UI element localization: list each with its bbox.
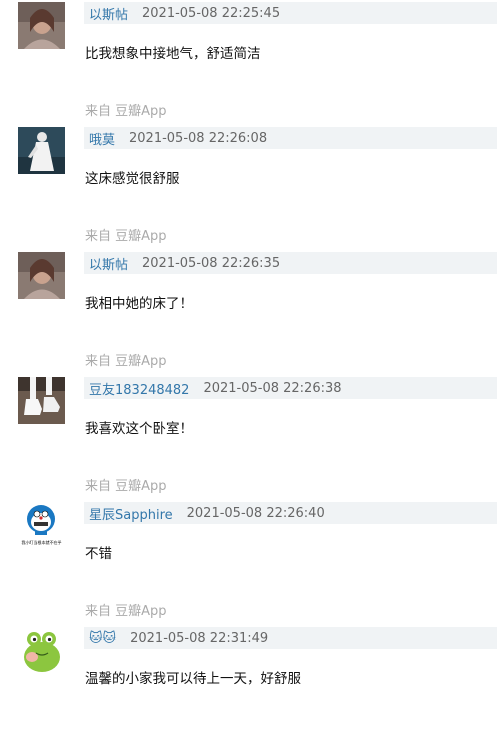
comment-source: 来自 豆瓣App	[85, 354, 167, 369]
comment-timestamp: 2021-05-08 22:31:49	[130, 630, 269, 646]
comment-meta-bar: 以斯帖 2021-05-08 22:25:45	[84, 2, 497, 24]
comment-text: 温馨的小家我可以待上一天，好舒服	[85, 671, 301, 687]
comment-item: 以斯帖 2021-05-08 22:25:45 比我想象中接地气，舒适简洁 来自…	[0, 2, 497, 127]
comment-timestamp: 2021-05-08 22:26:35	[142, 255, 281, 271]
comment-item: 以斯帖 2021-05-08 22:26:35 我相中她的床了！ 来自 豆瓣Ap…	[0, 252, 497, 377]
comment-source: 来自 豆瓣App	[85, 479, 167, 494]
avatar[interactable]: 我小叮当根本就不在乎	[18, 502, 65, 549]
comment-text: 不错	[85, 546, 112, 562]
comment-item: 哦莫 2021-05-08 22:26:08 这床感觉很舒服 来自 豆瓣App	[0, 127, 497, 252]
comment-text: 这床感觉很舒服	[85, 171, 180, 187]
white-dress-figure-icon	[18, 127, 65, 174]
author-link[interactable]: 豆友183248482	[89, 379, 189, 398]
comment-source: 来自 豆瓣App	[85, 604, 167, 619]
comment-meta-bar: 🐱🐱 2021-05-08 22:31:49	[84, 627, 497, 649]
author-link[interactable]: 星辰Sapphire	[89, 504, 173, 523]
comment-meta-bar: 豆友183248482 2021-05-08 22:26:38	[84, 377, 497, 399]
avatar[interactable]	[18, 627, 65, 674]
avatar[interactable]	[18, 252, 65, 299]
author-link[interactable]: 以斯帖	[89, 254, 128, 273]
avatar[interactable]	[18, 127, 65, 174]
green-frog-icon	[18, 627, 65, 674]
avatar[interactable]	[18, 2, 65, 49]
comment-meta-bar: 以斯帖 2021-05-08 22:26:35	[84, 252, 497, 274]
comment-timestamp: 2021-05-08 22:26:38	[203, 380, 342, 396]
comment-timestamp: 2021-05-08 22:25:45	[142, 5, 281, 21]
comment-text: 我相中她的床了！	[85, 296, 193, 312]
comment-source: 来自 豆瓣App	[85, 229, 167, 244]
author-link[interactable]: 哦莫	[89, 129, 115, 148]
comment-item: 我小叮当根本就不在乎 星辰Sapphire 2021-05-08 22:26:4…	[0, 502, 497, 627]
comment-meta-bar: 星辰Sapphire 2021-05-08 22:26:40	[84, 502, 497, 524]
comment-item: 🐱🐱 2021-05-08 22:31:49 温馨的小家我可以待上一天，好舒服	[0, 627, 497, 752]
comment-source: 来自 豆瓣App	[85, 104, 167, 119]
woman-portrait-icon	[18, 2, 65, 49]
comment-item: 豆友183248482 2021-05-08 22:26:38 我喜欢这个卧室！…	[0, 377, 497, 502]
comment-meta-bar: 哦莫 2021-05-08 22:26:08	[84, 127, 497, 149]
comment-text: 比我想象中接地气，舒适简洁	[85, 46, 261, 62]
avatar[interactable]	[18, 377, 65, 424]
comment-timestamp: 2021-05-08 22:26:08	[129, 130, 268, 146]
comment-timestamp: 2021-05-08 22:26:40	[186, 505, 325, 521]
avatar-caption: 我小叮当根本就不在乎	[21, 540, 62, 545]
comment-text: 我喜欢这个卧室！	[85, 421, 193, 437]
woman-portrait-icon	[18, 252, 65, 299]
white-sneakers-icon	[18, 377, 65, 424]
author-link[interactable]: 以斯帖	[89, 4, 128, 23]
author-link[interactable]: 🐱🐱	[89, 631, 116, 646]
